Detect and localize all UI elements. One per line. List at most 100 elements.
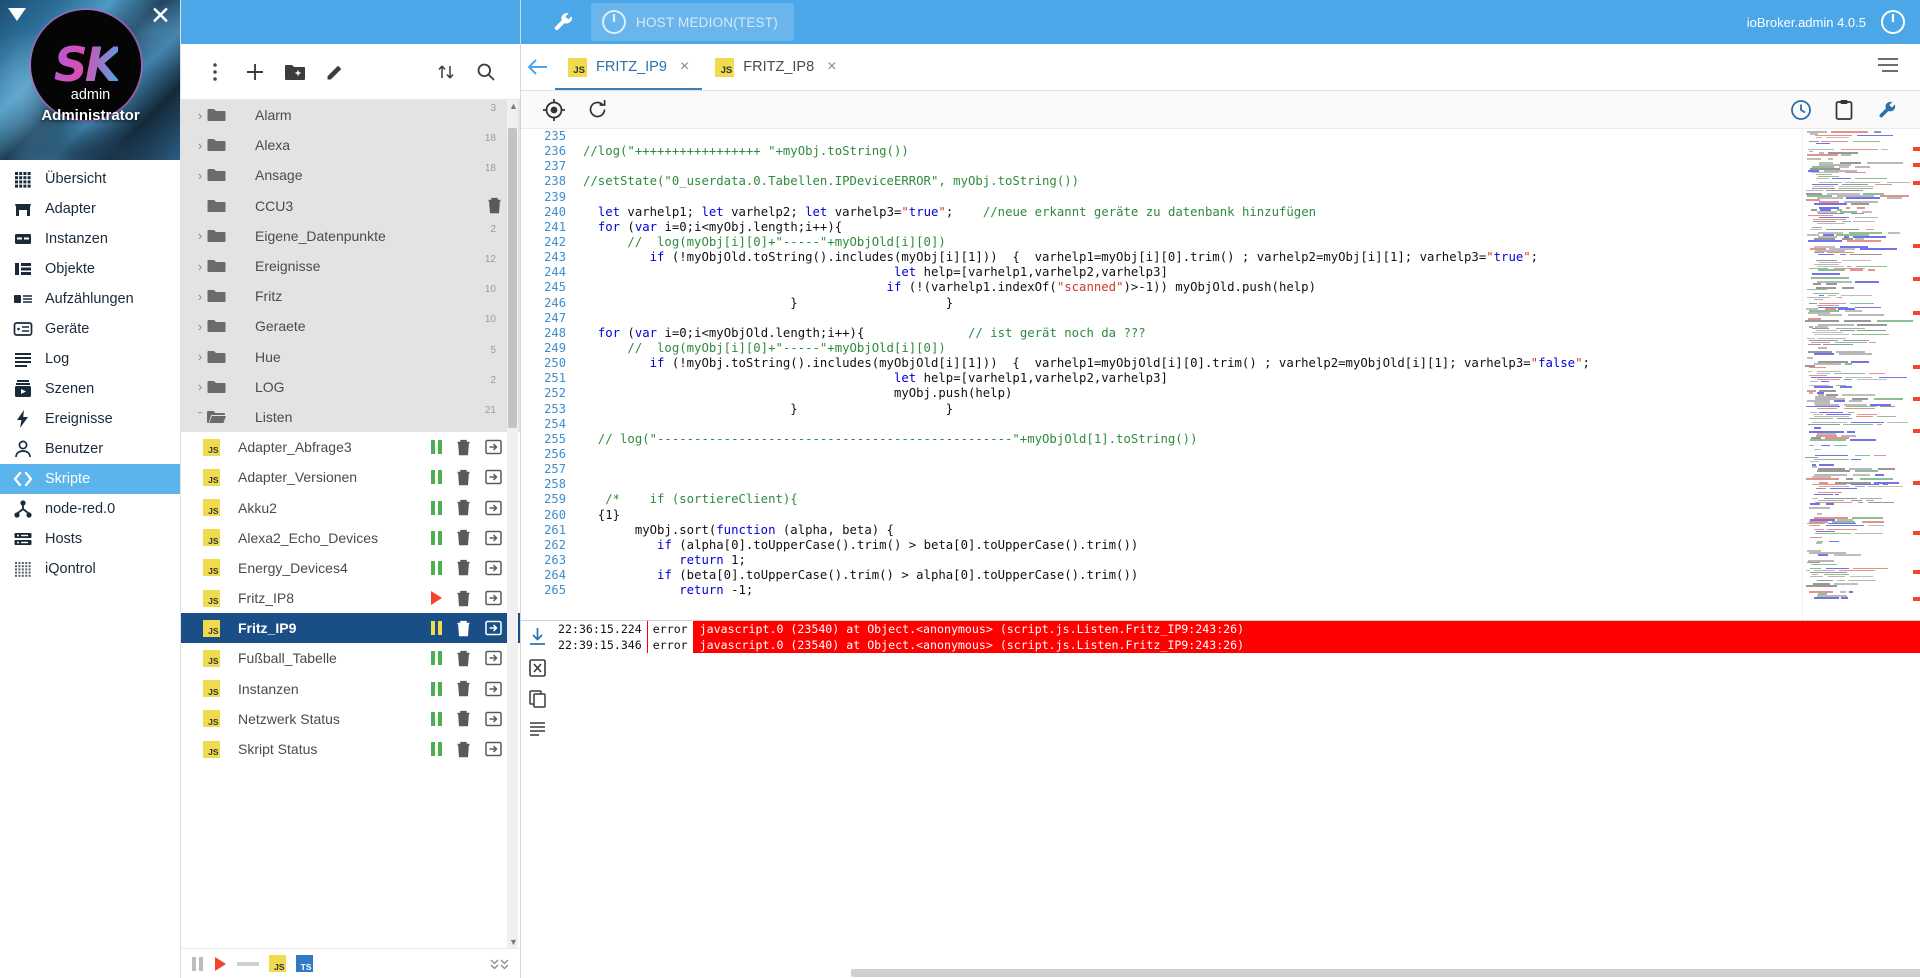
- tree-folder-listen[interactable]: ˇ Listen 21: [181, 402, 520, 432]
- line-code[interactable]: if (beta[0].toUpperCase().trim() > alpha…: [577, 568, 1138, 583]
- hamburger-icon[interactable]: [1876, 57, 1900, 78]
- line-code[interactable]: [577, 417, 583, 432]
- line-code[interactable]: // log("--------------------------------…: [577, 432, 1197, 447]
- code-line[interactable]: 240 let varhelp1; let varhelp2; let varh…: [521, 205, 1802, 220]
- export-icon[interactable]: [485, 560, 502, 576]
- js-badge[interactable]: JS: [269, 955, 286, 972]
- code-line[interactable]: 259 /* if (sortiereClient){: [521, 492, 1802, 507]
- tree-scroll-thumb[interactable]: [508, 128, 517, 428]
- tree-script-alexa2-echo-devices[interactable]: JS Alexa2_Echo_Devices: [181, 523, 520, 553]
- sidebar-item-instanzen[interactable]: Instanzen: [0, 224, 180, 254]
- tree-script-fu-ball-tabelle[interactable]: JS Fußball_Tabelle: [181, 643, 520, 673]
- host-selector[interactable]: HOST MEDION(TEST): [591, 3, 794, 41]
- line-code[interactable]: if (alpha[0].toUpperCase().trim() > beta…: [577, 538, 1138, 553]
- export-icon[interactable]: [485, 530, 502, 546]
- target-icon[interactable]: [543, 99, 565, 121]
- tree-folder-eigene-datenpunkte[interactable]: › Eigene_Datenpunkte 2: [181, 221, 520, 251]
- line-code[interactable]: if (!myObj.toString().includes(myObjOld[…: [577, 356, 1590, 371]
- line-code[interactable]: //setState("0_userdata.0.Tabellen.IPDevi…: [577, 174, 1079, 189]
- tree-script-fritz-ip8[interactable]: JS Fritz_IP8: [181, 583, 520, 613]
- tree-script-energy-devices4[interactable]: JS Energy_Devices4: [181, 553, 520, 583]
- line-code[interactable]: [577, 447, 583, 462]
- script-paused-icon[interactable]: [431, 470, 442, 484]
- close-icon[interactable]: ×: [827, 58, 836, 76]
- code-line[interactable]: 236//log("+++++++++++++++++ "+myObj.toSt…: [521, 144, 1802, 159]
- sidebar-item-ereignisse[interactable]: Ereignisse: [0, 404, 180, 434]
- tree-folder-ansage[interactable]: › Ansage 18: [181, 160, 520, 190]
- add-icon[interactable]: [235, 52, 275, 92]
- expand-chevron-icon[interactable]: ›: [181, 108, 207, 123]
- code-line[interactable]: 237: [521, 159, 1802, 174]
- sidebar-item-hosts[interactable]: Hosts: [0, 524, 180, 554]
- new-folder-icon[interactable]: [275, 52, 315, 92]
- delete-icon[interactable]: [456, 590, 471, 607]
- delete-icon[interactable]: [456, 559, 471, 576]
- sidebar-item-szenen[interactable]: Szenen: [0, 374, 180, 404]
- line-code[interactable]: let help=[varhelp1,varhelp2,varhelp3]: [577, 265, 1168, 280]
- line-code[interactable]: //log("+++++++++++++++++ "+myObj.toStrin…: [577, 144, 909, 159]
- log-entries[interactable]: 22:36:15.224 error javascript.0 (23540) at…: [553, 621, 1920, 978]
- sidebar-item-objekte[interactable]: Objekte: [0, 254, 180, 284]
- refresh-icon[interactable]: [587, 99, 608, 120]
- export-icon[interactable]: [485, 681, 502, 697]
- power-icon[interactable]: [1880, 9, 1906, 35]
- script-paused-icon[interactable]: [431, 531, 442, 545]
- chevrons-icon[interactable]: [488, 956, 510, 972]
- line-code[interactable]: [577, 159, 583, 174]
- sidebar-item-log[interactable]: Log: [0, 344, 180, 374]
- script-paused-icon[interactable]: [431, 712, 442, 726]
- export-icon[interactable]: [485, 469, 502, 485]
- expand-chevron-icon[interactable]: ˇ: [181, 409, 207, 424]
- wrench-icon[interactable]: [535, 10, 591, 34]
- line-code[interactable]: [577, 190, 583, 205]
- line-code[interactable]: for (var i=0;i<myObjOld.length;i++){ // …: [577, 326, 1146, 341]
- close-icon[interactable]: ×: [680, 58, 689, 76]
- line-code[interactable]: // log(myObj[i][0]+"-----"+myObjOld[i][0…: [577, 341, 946, 356]
- list-icon[interactable]: [529, 721, 546, 738]
- sidebar-item-aufz-hlungen[interactable]: Aufzählungen: [0, 284, 180, 314]
- tree-folder-alarm[interactable]: › Alarm 3: [181, 100, 520, 130]
- script-paused-icon[interactable]: [431, 621, 442, 635]
- tree-folder-geraete[interactable]: › Geraete 10: [181, 311, 520, 341]
- export-icon[interactable]: [485, 500, 502, 516]
- code-line[interactable]: 235: [521, 129, 1802, 144]
- tree-scrollbar[interactable]: ▲ ▼: [507, 100, 518, 948]
- line-code[interactable]: [577, 462, 583, 477]
- code-line[interactable]: 252 myObj.push(help): [521, 386, 1802, 401]
- export-icon[interactable]: [485, 741, 502, 757]
- delete-icon[interactable]: [456, 620, 471, 637]
- export-icon[interactable]: [485, 711, 502, 727]
- sidebar-item-skripte[interactable]: Skripte: [0, 464, 180, 494]
- tree-script-akku2[interactable]: JS Akku2: [181, 492, 520, 522]
- triangle-down-icon[interactable]: [8, 8, 26, 21]
- tree-scroll-area[interactable]: › Alarm 3 › Alexa 18 › Ansage 18 CCU3 › Eigene_Dat…: [181, 100, 520, 948]
- script-paused-icon[interactable]: [431, 682, 442, 696]
- delete-icon[interactable]: [456, 439, 471, 456]
- code-line[interactable]: 264 if (beta[0].toUpperCase().trim() > a…: [521, 568, 1802, 583]
- export-icon[interactable]: [485, 650, 502, 666]
- arrow-left-icon[interactable]: [521, 44, 555, 90]
- code-line[interactable]: 263 return 1;: [521, 553, 1802, 568]
- line-code[interactable]: } }: [577, 296, 953, 311]
- horizontal-scrollbar[interactable]: [521, 968, 1920, 978]
- code-line[interactable]: 243 if (!myObjOld.toString().includes(my…: [521, 250, 1802, 265]
- clear-icon[interactable]: [529, 659, 546, 677]
- code-line[interactable]: 248 for (var i=0;i<myObjOld.length;i++){…: [521, 326, 1802, 341]
- sidebar-item-adapter[interactable]: Adapter: [0, 194, 180, 224]
- code-line[interactable]: 265 return -1;: [521, 583, 1802, 598]
- expand-collapse-icon[interactable]: [426, 52, 466, 92]
- tree-script-adapter-abfrage3[interactable]: JS Adapter_Abfrage3: [181, 432, 520, 462]
- line-code[interactable]: {1}: [577, 508, 620, 523]
- sidebar-item-bersicht[interactable]: Übersicht: [0, 164, 180, 194]
- code-line[interactable]: 247: [521, 311, 1802, 326]
- minimap-slider[interactable]: [1910, 129, 1920, 620]
- edit-icon[interactable]: [315, 52, 355, 92]
- code-editor[interactable]: 235 236 //log("+++++++++++++++++ "+myObj.t…: [521, 129, 1920, 620]
- code-line[interactable]: 254: [521, 417, 1802, 432]
- expand-chevron-icon[interactable]: ›: [181, 259, 207, 274]
- tree-folder-hue[interactable]: › Hue 5: [181, 342, 520, 372]
- tree-script-netzwerk-status[interactable]: JS Netzwerk Status: [181, 704, 520, 734]
- log-entry[interactable]: 22:36:15.224 error javascript.0 (23540) at…: [553, 621, 1920, 637]
- code-line[interactable]: 262 if (alpha[0].toUpperCase().trim() > …: [521, 538, 1802, 553]
- delete-icon[interactable]: [456, 529, 471, 546]
